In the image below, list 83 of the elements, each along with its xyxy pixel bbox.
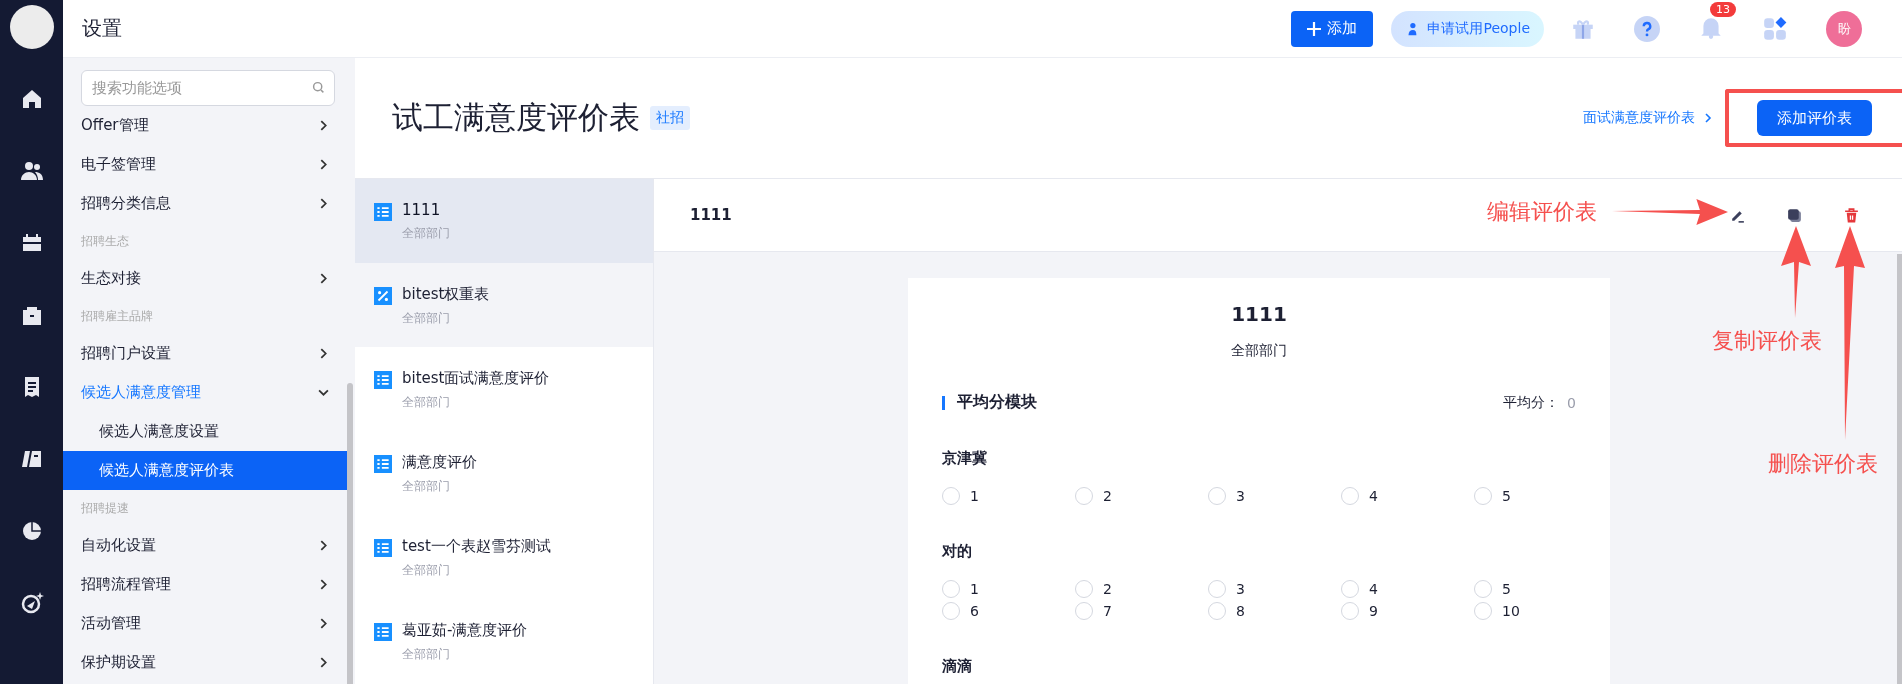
radio-option[interactable]: 4 bbox=[1341, 486, 1474, 506]
chevron-icon bbox=[318, 159, 329, 170]
chevron-icon bbox=[1703, 113, 1713, 123]
nav-item[interactable]: 电子签管理 bbox=[63, 145, 347, 184]
chevron-icon bbox=[318, 348, 329, 359]
delete-icon[interactable] bbox=[1843, 206, 1860, 224]
chevron-icon bbox=[318, 387, 329, 398]
radio-option[interactable]: 5 bbox=[1474, 486, 1607, 506]
radio-option[interactable]: 2 bbox=[1075, 579, 1208, 599]
question-label: 滴滴 bbox=[942, 657, 973, 676]
average-label: 平均分： bbox=[1503, 393, 1560, 412]
plus-icon bbox=[1307, 21, 1322, 36]
radio-option[interactable]: 6 bbox=[942, 601, 1075, 621]
radio-option[interactable]: 5 bbox=[1474, 579, 1607, 599]
group-label: 招聘雇主品牌 bbox=[81, 307, 153, 325]
nav-item[interactable]: 招聘流程管理 bbox=[63, 565, 347, 604]
list-icon bbox=[374, 371, 392, 389]
form-list-item[interactable]: 满意度评价 全部部门 bbox=[355, 431, 653, 515]
copy-icon[interactable] bbox=[1786, 206, 1803, 224]
interview-form-link[interactable]: 面试满意度评价表 bbox=[1583, 109, 1713, 127]
trial-button[interactable]: 申请试用People bbox=[1391, 10, 1544, 47]
nav-item[interactable]: 候选人满意度评价表 bbox=[63, 451, 347, 490]
nav-item[interactable]: 活动管理 bbox=[63, 604, 347, 643]
chevron-icon bbox=[318, 198, 329, 209]
radio-option[interactable]: 4 bbox=[1341, 579, 1474, 599]
nav-item[interactable]: 保护期设置 bbox=[63, 643, 347, 682]
add-form-button[interactable]: 添加评价表 bbox=[1757, 100, 1872, 136]
list-icon bbox=[374, 203, 392, 221]
search-icon bbox=[312, 81, 325, 94]
search-field[interactable]: 搜索功能选项 bbox=[81, 70, 335, 106]
chevron-icon bbox=[318, 657, 329, 668]
radio-option[interactable]: 9 bbox=[1341, 601, 1474, 621]
nav-item[interactable]: 生态对接 bbox=[63, 259, 347, 298]
radio-option[interactable]: 3 bbox=[1208, 486, 1341, 506]
preview-department: 全部部门 bbox=[1231, 342, 1287, 360]
form-list-item[interactable]: bitest权重表 全部部门 bbox=[355, 263, 653, 347]
page-title: 设置 bbox=[82, 15, 122, 42]
list-icon bbox=[374, 539, 392, 557]
preview-title: 1111 bbox=[1231, 302, 1287, 326]
group-label: 招聘生态 bbox=[81, 232, 129, 250]
annotation-text: 复制评价表 bbox=[1712, 327, 1822, 355]
form-list-item[interactable]: bitest面试满意度评价 全部部门 bbox=[355, 347, 653, 431]
chevron-icon bbox=[318, 273, 329, 284]
radio-option[interactable]: 7 bbox=[1075, 601, 1208, 621]
category-tag: 社招 bbox=[650, 106, 690, 130]
nav-item[interactable]: 自动化设置 bbox=[63, 526, 347, 565]
chevron-icon bbox=[318, 618, 329, 629]
radio-option[interactable]: 10 bbox=[1474, 601, 1607, 621]
nav-item[interactable]: 候选人满意度管理 bbox=[63, 373, 347, 412]
nav-item[interactable]: 候选人满意度设置 bbox=[63, 412, 347, 451]
chevron-icon bbox=[318, 540, 329, 551]
form-title: 1111 bbox=[690, 206, 732, 224]
apps-icon[interactable] bbox=[1762, 15, 1788, 42]
radio-option[interactable]: 3 bbox=[1208, 579, 1341, 599]
page-heading: 试工满意度评价表 bbox=[392, 98, 640, 137]
logo-icon[interactable] bbox=[9, 5, 54, 49]
group-label: 招聘提速 bbox=[81, 499, 129, 517]
help-icon[interactable] bbox=[1634, 15, 1660, 42]
form-list-item[interactable]: test一个表赵雪芬测试 全部部门 bbox=[355, 515, 653, 599]
chevron-icon bbox=[318, 120, 329, 131]
list-icon bbox=[374, 455, 392, 473]
annotation-text: 删除评价表 bbox=[1768, 450, 1878, 478]
chevron-icon bbox=[318, 579, 329, 590]
add-button[interactable]: 添加 bbox=[1291, 10, 1374, 47]
radio-option[interactable]: 1 bbox=[942, 579, 1075, 599]
people-icon[interactable] bbox=[19, 159, 44, 183]
nav-item[interactable]: 招聘分类信息 bbox=[63, 184, 347, 223]
radio-option[interactable]: 8 bbox=[1208, 601, 1341, 621]
question-label: 对的 bbox=[942, 542, 973, 561]
average-value: 0 bbox=[1567, 394, 1576, 411]
section-title: 平均分模块 bbox=[957, 392, 1037, 413]
radio-option[interactable]: 2 bbox=[1075, 486, 1208, 506]
percent-icon bbox=[374, 287, 392, 305]
form-list-item[interactable]: 葛亚茹-满意度评价 全部部门 bbox=[355, 599, 653, 683]
list-icon bbox=[374, 623, 392, 641]
target-icon[interactable] bbox=[19, 591, 44, 615]
annotation-text: 编辑评价表 bbox=[1487, 198, 1597, 226]
nav-item[interactable]: 招聘门户设置 bbox=[63, 334, 347, 373]
form-list-item[interactable]: 1111 全部部门 bbox=[355, 179, 653, 263]
radio-option[interactable]: 1 bbox=[942, 486, 1075, 506]
nav-item[interactable]: Offer管理 bbox=[63, 106, 347, 145]
question-label: 京津冀 bbox=[942, 449, 988, 468]
notification-badge: 13 bbox=[1710, 1, 1736, 17]
